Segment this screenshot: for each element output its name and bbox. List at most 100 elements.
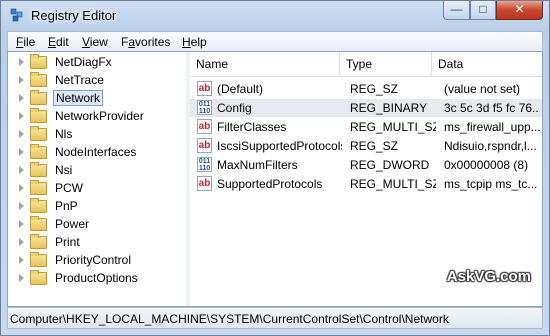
menu-bar: File Edit View Favorites Help [7, 31, 543, 51]
tree-item-label: PnP [55, 199, 78, 213]
maximize-button[interactable]: □ [470, 1, 496, 20]
tree-item-label: NetworkProvider [55, 109, 144, 123]
expand-arrow-icon[interactable] [19, 238, 24, 246]
tree-item[interactable]: Nls [8, 126, 186, 144]
minimize-button[interactable]: — [443, 1, 470, 20]
tree-item[interactable]: PCW [8, 180, 186, 198]
tree-item[interactable]: NetTrace [8, 72, 186, 90]
tree-item[interactable]: Nsi [8, 162, 186, 180]
column-header-type[interactable]: Type [340, 52, 432, 76]
tree-item-label: Network [53, 90, 104, 106]
string-value-icon: ab [197, 138, 212, 153]
folder-icon [30, 72, 47, 87]
value-name: (Default) [217, 82, 264, 96]
value-row[interactable]: ab FilterClasses REG_MULTI_SZ ms_firewall_u… [190, 118, 542, 136]
tree-item-label: NetDiagFx [55, 55, 112, 69]
status-path: Computer\HKEY_LOCAL_MACHINE\SYSTEM\Curre… [10, 312, 449, 326]
tree-item[interactable]: NetDiagFx [8, 54, 186, 72]
tree-item[interactable]: Print [8, 234, 186, 252]
expand-arrow-icon[interactable] [19, 202, 24, 210]
value-data: (value not set) [444, 82, 521, 96]
expand-arrow-icon[interactable] [19, 76, 24, 84]
value-row[interactable]: 011 110 MaxNumFilters REG_DWORD 0x00000008 (… [190, 156, 542, 174]
folder-icon [30, 198, 47, 213]
tree-item-label: Nls [55, 127, 73, 141]
tree-item[interactable]: PriorityControl [8, 252, 186, 270]
value-type: REG_SZ [350, 82, 399, 96]
expand-arrow-icon[interactable] [19, 58, 24, 66]
expand-arrow-icon[interactable] [19, 274, 24, 282]
value-name: IscsiSupportedProtocols [217, 139, 342, 153]
watermark-text: AskVG.com [446, 268, 531, 285]
expand-arrow-icon[interactable] [19, 166, 24, 174]
folder-icon [30, 90, 47, 105]
expand-arrow-icon[interactable] [19, 148, 24, 156]
folder-icon [30, 108, 47, 123]
expand-arrow-icon[interactable] [19, 130, 24, 138]
value-name: MaxNumFilters [217, 158, 298, 172]
menu-view[interactable]: View [82, 35, 108, 49]
tree-item-label: Nsi [55, 163, 73, 177]
tree-item[interactable]: PnP [8, 198, 186, 216]
tree-item[interactable]: NodeInterfaces [8, 144, 186, 162]
column-header-name[interactable]: Name [190, 52, 340, 76]
window-title: Registry Editor [31, 8, 117, 23]
tree-item[interactable]: NetworkProvider [8, 108, 186, 126]
folder-icon [30, 180, 47, 195]
tree-item[interactable]: Network [8, 90, 186, 108]
menu-file-label: ile [23, 35, 36, 49]
value-type: REG_MULTI_SZ [350, 177, 436, 191]
tree-item[interactable]: Power [8, 216, 186, 234]
folder-icon [30, 234, 47, 249]
value-data: 3c 5c 3d f5 fc 76... [444, 101, 540, 115]
expand-arrow-icon[interactable] [19, 94, 24, 102]
menu-edit-label: dit [56, 35, 69, 49]
value-row[interactable]: ab SupportedProtocols REG_MULTI_SZ ms_tcpip… [190, 175, 542, 193]
expand-arrow-icon[interactable] [19, 256, 24, 264]
menu-help[interactable]: Help [182, 35, 207, 49]
value-data: ms_firewall_upp... [444, 120, 540, 134]
binary-icon-line-2: 110 [198, 165, 211, 172]
close-button[interactable]: ✕ [496, 1, 543, 20]
column-header-data[interactable]: Data [432, 52, 542, 76]
string-value-icon: ab [197, 176, 212, 191]
menu-file[interactable]: File [16, 35, 35, 49]
folder-icon [30, 126, 47, 141]
value-name: FilterClasses [217, 120, 287, 134]
string-value-icon: ab [197, 81, 212, 96]
expand-arrow-icon[interactable] [19, 220, 24, 228]
status-bar: Computer\HKEY_LOCAL_MACHINE\SYSTEM\Curre… [7, 307, 543, 329]
menu-help-label: elp [190, 35, 207, 49]
menu-edit-mnemonic: E [48, 35, 57, 49]
menu-edit[interactable]: Edit [48, 35, 69, 49]
tree-item[interactable]: ProductOptions [8, 270, 186, 288]
tree-item-label: NetTrace [55, 73, 104, 87]
tree-item-label: ProductOptions [55, 271, 138, 285]
value-row[interactable]: ab IscsiSupportedProtocols REG_SZ Ndisuio,r… [190, 137, 542, 155]
menu-favorites-label: vorites [135, 35, 171, 49]
value-row[interactable]: 011 110 Config REG_BINARY 3c 5c 3d f5 fc 76.… [190, 99, 542, 117]
menu-view-mnemonic: V [82, 35, 90, 49]
tree-item-label: PCW [55, 181, 83, 195]
title-bar[interactable]: Registry Editor — □ ✕ [1, 1, 549, 31]
value-data: Ndisuio,rspndr,l... [444, 139, 537, 153]
tree-item-label: NodeInterfaces [55, 145, 137, 159]
folder-icon [30, 144, 47, 159]
tree-item-label: Power [55, 217, 90, 231]
expand-arrow-icon[interactable] [19, 184, 24, 192]
header-divider [190, 76, 542, 77]
menu-favorites[interactable]: Favorites [121, 35, 170, 49]
folder-icon [30, 216, 47, 231]
key-tree[interactable]: NetDiagFx NetTrace Network NetworkProvider N… [8, 52, 187, 306]
folder-icon [30, 270, 47, 285]
value-row[interactable]: ab (Default) REG_SZ (value not set) [190, 80, 542, 98]
registry-editor-app-icon [10, 8, 23, 22]
binary-icon-line-2: 110 [198, 108, 211, 115]
menu-help-mnemonic: H [182, 35, 191, 49]
value-type: REG_DWORD [350, 158, 430, 172]
menu-view-label: iew [89, 35, 108, 49]
value-data: 0x00000008 (8) [444, 158, 529, 172]
value-type: REG_SZ [350, 139, 399, 153]
expand-arrow-icon[interactable] [19, 112, 24, 120]
binary-icon-line-1: 011 [198, 101, 211, 108]
